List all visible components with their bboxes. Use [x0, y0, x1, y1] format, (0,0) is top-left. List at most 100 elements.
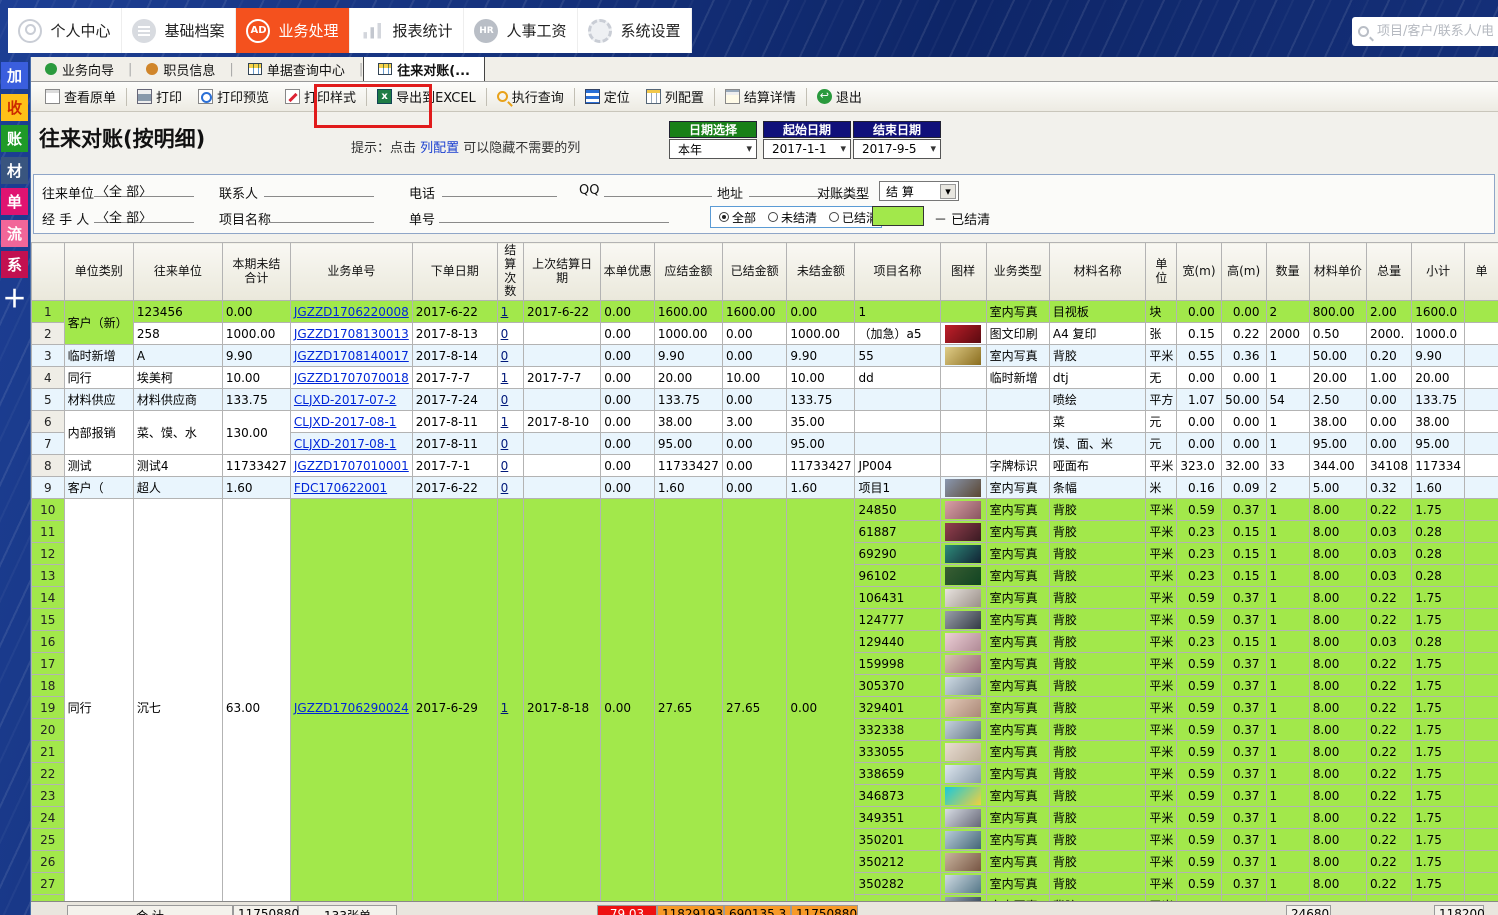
side-module-button-6[interactable]: 流 — [1, 220, 28, 247]
thumbnail-image[interactable] — [945, 633, 981, 651]
thumbnail-image[interactable] — [945, 545, 981, 563]
thumbnail-image[interactable] — [945, 567, 981, 585]
order-number-link[interactable]: JGZZD1708140017 — [294, 349, 409, 363]
toolbar-button-label: 导出到EXCEL — [396, 87, 476, 106]
tab-1[interactable]: 业务向导 — [31, 57, 128, 81]
nav-item-5[interactable]: HR人事工资 — [464, 8, 578, 53]
filter-input[interactable] — [604, 181, 712, 197]
column-config-link[interactable]: 列配置 — [420, 141, 459, 156]
order-number-link[interactable]: JGZZD1707070018 — [294, 371, 409, 385]
settle-count-link[interactable]: 1 — [501, 415, 509, 429]
thumbnail-image[interactable] — [945, 787, 981, 805]
thumbnail-image[interactable] — [945, 655, 981, 673]
toolbar-button-printer[interactable]: 打印 — [129, 83, 190, 110]
side-module-button-3[interactable]: 账 — [1, 125, 28, 152]
settle-count-link[interactable]: 1 — [501, 371, 509, 385]
nav-item-2[interactable]: 基础档案 — [122, 8, 236, 53]
filter-input[interactable] — [264, 181, 374, 197]
thumbnail-image[interactable] — [945, 325, 981, 343]
toolbar-button-exit[interactable]: 退出 — [809, 83, 870, 110]
thumbnail-image[interactable] — [945, 589, 981, 607]
toolbar-button-view-doc[interactable]: 查看原单 — [37, 83, 124, 110]
order-number-link[interactable]: JGZZD1708130013 — [294, 327, 409, 341]
table-cell: 0.59 — [1177, 851, 1221, 873]
order-number-link[interactable]: JGZZD1706220008 — [294, 305, 409, 319]
thumbnail-image[interactable] — [945, 347, 981, 365]
toolbar-button-print-style[interactable]: 打印样式 — [277, 83, 364, 110]
reconcile-type-select[interactable]: 结 算 — [879, 181, 959, 201]
radio-3[interactable]: 已结清 — [829, 209, 878, 226]
toolbar-button-locate[interactable]: 定位 — [577, 83, 638, 110]
settle-count-link[interactable]: 0 — [501, 349, 509, 363]
order-number-link[interactable]: CLJXD-2017-08-1 — [294, 415, 397, 429]
toolbar-button-details[interactable]: 结算详情 — [717, 83, 804, 110]
side-module-button-5[interactable]: 单 — [1, 188, 28, 215]
global-search-input[interactable] — [1375, 23, 1495, 40]
thumbnail-image[interactable] — [945, 853, 981, 871]
thumbnail-image[interactable] — [945, 523, 981, 541]
table-cell: 0.37 — [1221, 719, 1266, 741]
thumbnail-image[interactable] — [945, 809, 981, 827]
filter-input[interactable] — [442, 181, 557, 197]
settle-count-link[interactable]: 0 — [501, 437, 509, 451]
order-number-link[interactable]: CLJXD-2017-08-1 — [294, 437, 397, 451]
settle-count-link[interactable]: 0 — [501, 459, 509, 473]
settle-count-link[interactable]: 1 — [501, 305, 509, 319]
settle-count-link[interactable]: 0 — [501, 393, 509, 407]
toolbar-button-excel[interactable]: 导出到EXCEL — [369, 83, 484, 110]
side-module-button-4[interactable]: 材 — [1, 157, 28, 184]
table-cell: 室内写真 — [986, 521, 1049, 543]
table-cell: dd — [855, 367, 940, 389]
radio-1[interactable]: 全部 — [719, 209, 756, 226]
filter-input[interactable]: 〈全 部〉 — [94, 181, 194, 197]
thumbnail-image[interactable] — [945, 831, 981, 849]
toolbar-button-search[interactable]: 执行查询 — [489, 83, 572, 110]
order-number-link[interactable]: CLJXD-2017-07-2 — [294, 393, 397, 407]
nav-item-4[interactable]: 报表统计 — [350, 8, 464, 53]
thumbnail-image[interactable] — [945, 699, 981, 717]
tab-4[interactable]: 往来对账(... — [363, 57, 485, 81]
table-cell: 1 — [1266, 851, 1309, 873]
nav-item-6[interactable]: 系统设置 — [578, 8, 692, 53]
tab-2[interactable]: 职员信息 — [132, 57, 229, 81]
table-cell: 1 — [1266, 741, 1309, 763]
toolbar-button-columns[interactable]: 列配置 — [638, 83, 712, 110]
side-module-button-7[interactable]: 系 — [1, 251, 28, 278]
table-cell: 95.00 — [1309, 433, 1366, 455]
filter-input[interactable] — [264, 207, 374, 223]
thumbnail-image[interactable] — [945, 743, 981, 761]
thumbnail-image[interactable] — [945, 765, 981, 783]
toolbar-button-print-preview[interactable]: 打印预览 — [190, 83, 277, 110]
filter-input[interactable] — [439, 207, 669, 223]
global-search[interactable] — [1352, 17, 1498, 46]
filter-label: 经 手 人 — [42, 209, 89, 228]
side-module-button-1[interactable]: 加 — [1, 62, 28, 89]
thumbnail-image[interactable] — [945, 875, 981, 893]
side-module-button-2[interactable]: 收 — [1, 94, 28, 121]
thumbnail-image[interactable] — [945, 479, 981, 497]
table-cell: 20.00 — [1309, 367, 1366, 389]
date-filter-dropdown[interactable]: 2017-1-1 — [763, 139, 851, 159]
settle-count-link[interactable]: 0 — [501, 327, 509, 341]
order-number-link[interactable]: JGZZD1707010001 — [294, 459, 409, 473]
nav-item-1[interactable]: 个人中心 — [8, 8, 122, 53]
order-number-link[interactable]: FDC170622001 — [294, 481, 387, 495]
table-cell: 0.59 — [1177, 587, 1221, 609]
date-filter-dropdown[interactable]: 2017-9-5 — [853, 139, 941, 159]
settle-count-link[interactable]: 1 — [501, 701, 509, 715]
nav-item-3[interactable]: AD业务处理 — [236, 8, 350, 53]
settle-count-link[interactable]: 0 — [501, 481, 509, 495]
thumbnail-image[interactable] — [945, 677, 981, 695]
table-cell: 9.90 — [222, 345, 290, 367]
thumbnail-image[interactable] — [945, 611, 981, 629]
hr-badge-icon: HR — [474, 19, 498, 43]
thumbnail-image[interactable] — [945, 501, 981, 519]
tab-3[interactable]: 单据查询中心 — [234, 57, 359, 81]
filter-input[interactable]: 〈全 部〉 — [94, 207, 194, 223]
order-number-link[interactable]: JGZZD1706290024 — [294, 701, 409, 715]
archive-icon — [132, 19, 156, 43]
thumbnail-image[interactable] — [945, 721, 981, 739]
side-module-button-8[interactable]: ＋ — [1, 283, 28, 310]
date-filter-dropdown[interactable]: 本年 — [669, 139, 757, 159]
radio-2[interactable]: 未结清 — [768, 209, 817, 226]
